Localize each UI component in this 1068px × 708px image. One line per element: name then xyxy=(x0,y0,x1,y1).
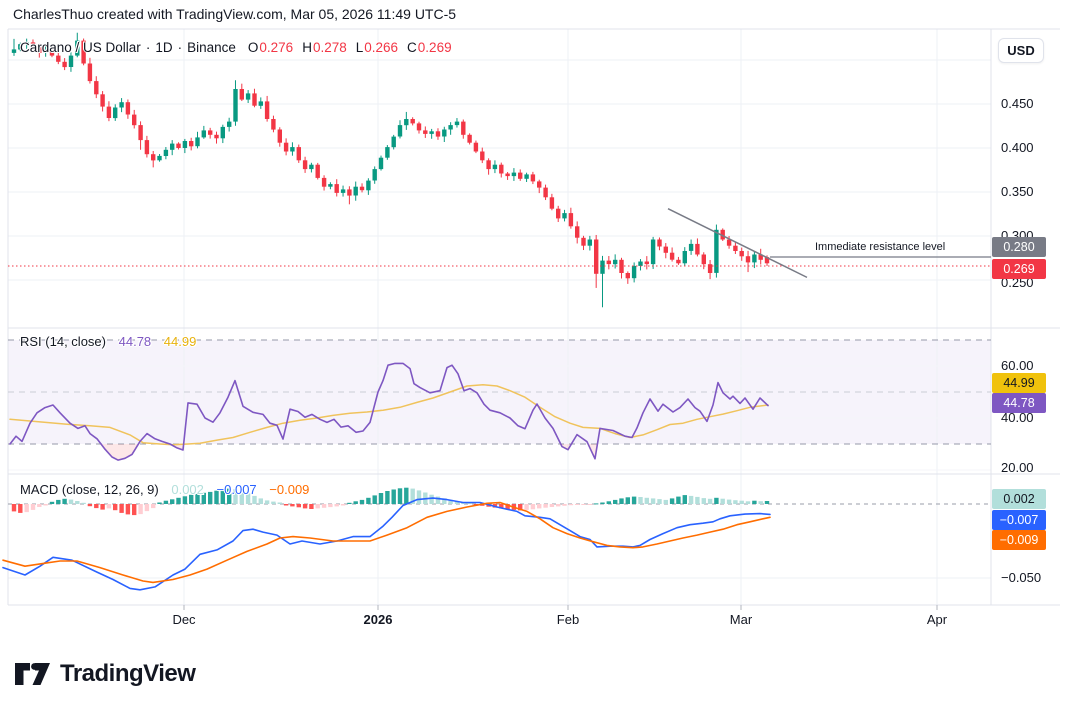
open-value: 0.276 xyxy=(259,40,293,55)
close-value: 0.269 xyxy=(418,40,452,55)
macd-title: MACD xyxy=(20,482,58,497)
rsi-value: 44.78 xyxy=(119,334,152,349)
time-axis-label: Dec xyxy=(172,612,195,627)
rsi-params: (14, close) xyxy=(45,334,106,349)
close-label: C xyxy=(407,40,417,55)
tradingview-logo-icon xyxy=(14,661,51,688)
macd-signal-value: −0.009 xyxy=(269,482,309,497)
rsi-ma-badge: 44.99 xyxy=(992,373,1046,393)
macd-legend[interactable]: MACD (close, 12, 26, 9) 0.002 −0.007 −0.… xyxy=(20,482,309,497)
rsi-axis-label: 20.00 xyxy=(1001,460,1034,476)
ohlc-readout: O0.276 H0.278 L0.266 C0.269 xyxy=(248,40,452,55)
symbol-legend[interactable]: Cardano / US Dollar·1D·BinanceO0.276H0.2… xyxy=(20,40,452,55)
time-axis-label: Feb xyxy=(557,612,579,627)
open-label: O xyxy=(248,40,259,55)
rsi-axis-label: 60.00 xyxy=(1001,358,1034,374)
price-axis-label: 0.450 xyxy=(1001,96,1034,112)
resistance-price-badge: 0.280 xyxy=(992,237,1046,257)
tradingview-logo-text: TradingView xyxy=(60,660,195,688)
macd-hist-value: 0.002 xyxy=(171,482,204,497)
chart-canvas[interactable] xyxy=(0,0,1068,708)
low-label: L xyxy=(356,40,364,55)
rsi-ma-value: 44.99 xyxy=(164,334,197,349)
macd-params: (close, 12, 26, 9) xyxy=(62,482,159,497)
high-value: 0.278 xyxy=(313,40,347,55)
legend-separator: · xyxy=(178,40,183,55)
price-axis-label: 0.400 xyxy=(1001,140,1034,156)
legend-separator: · xyxy=(146,40,151,55)
price-axis-label: 0.350 xyxy=(1001,184,1034,200)
exchange-label: Binance xyxy=(187,40,236,55)
time-axis-label: 2026 xyxy=(364,612,393,627)
macd-hist-badge: 0.002 xyxy=(992,489,1046,509)
macd-line-value: −0.007 xyxy=(217,482,257,497)
rsi-value-badge: 44.78 xyxy=(992,393,1046,413)
high-label: H xyxy=(302,40,312,55)
low-value: 0.266 xyxy=(364,40,398,55)
resistance-annotation[interactable]: Immediate resistance level xyxy=(815,241,945,253)
time-axis-label: Mar xyxy=(730,612,752,627)
macd-axis-label: −0.050 xyxy=(1001,570,1041,586)
tradingview-logo[interactable]: TradingView xyxy=(14,660,195,688)
macd-signal-badge: −0.009 xyxy=(992,530,1046,550)
symbol-title[interactable]: Cardano / US Dollar xyxy=(20,40,141,55)
time-axis-label: Apr xyxy=(927,612,947,627)
rsi-title: RSI xyxy=(20,334,42,349)
macd-value-badge: −0.007 xyxy=(992,510,1046,530)
interval-label[interactable]: 1D xyxy=(155,40,172,55)
rsi-legend[interactable]: RSI (14, close) 44.78 44.99 xyxy=(20,334,196,349)
currency-toggle-button[interactable]: USD xyxy=(998,38,1044,63)
last-price-badge: 0.269 xyxy=(992,259,1046,279)
screenshot-root: CharlesThuo created with TradingView.com… xyxy=(0,0,1068,708)
